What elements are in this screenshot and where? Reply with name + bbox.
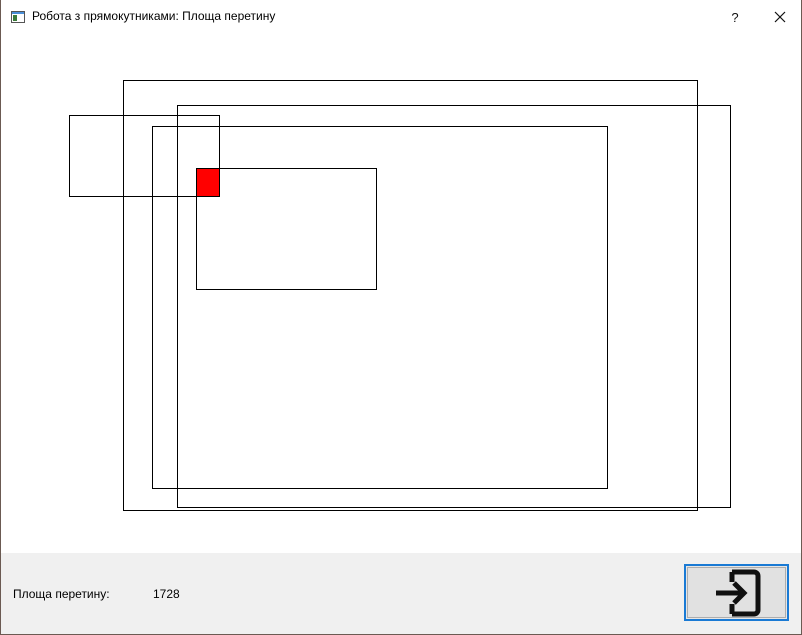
intersection-area	[196, 168, 220, 197]
rectangle-outline	[177, 105, 731, 508]
intersection-area-label: Площа перетину:	[13, 587, 110, 601]
help-button[interactable]: ?	[719, 4, 751, 30]
exit-icon	[715, 569, 760, 616]
rectangle-outline	[152, 126, 608, 489]
rectangle-outline	[123, 80, 698, 511]
app-window-icon	[11, 11, 25, 23]
close-icon	[774, 11, 786, 23]
close-button[interactable]	[763, 4, 797, 30]
dialog-window: Робота з прямокутниками: Площа перетину …	[0, 0, 802, 635]
drawing-canvas	[1, 34, 801, 553]
rectangles-drawing	[69, 80, 731, 511]
title-bar: Робота з прямокутниками: Площа перетину …	[1, 0, 801, 34]
intersection-area-value: 1728	[153, 587, 180, 601]
footer-panel: Площа перетину: 1728	[1, 553, 801, 634]
exit-button[interactable]	[684, 564, 789, 621]
window-title: Робота з прямокутниками: Площа перетину	[32, 9, 276, 23]
exit-button-face	[687, 567, 786, 618]
rectangle-outline	[196, 168, 377, 290]
